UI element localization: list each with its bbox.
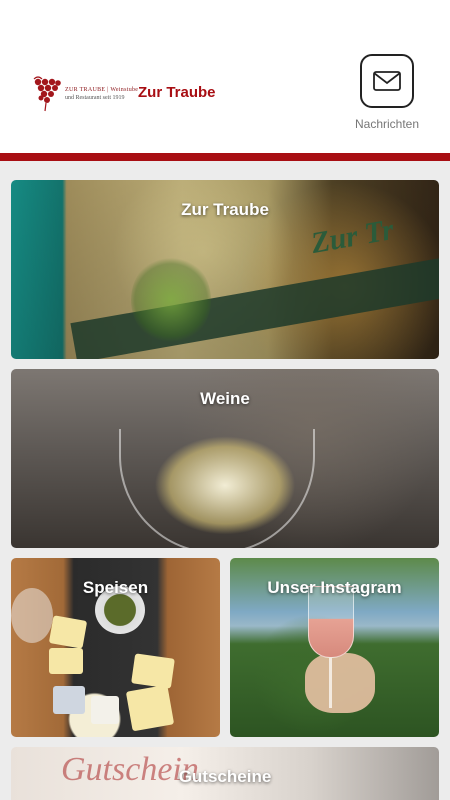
grape-icon (33, 76, 61, 112)
tile-unser-instagram[interactable]: Unser Instagram (230, 558, 439, 737)
logo: ZUR TRAUBE | Weinstube und Restaurant se… (30, 76, 138, 112)
logo-line-1: ZUR TRAUBE | Weinstube (65, 87, 139, 93)
tile-title: Zur Traube (181, 200, 269, 219)
tile-title: Gutscheine (178, 767, 272, 786)
cheese-image (49, 648, 83, 674)
messages-button[interactable] (360, 54, 414, 108)
cheese-image (131, 653, 175, 689)
cheese-image (125, 684, 175, 732)
brand-name: Zur Traube (138, 84, 216, 101)
app-header: ZUR TRAUBE | Weinstube und Restaurant se… (0, 0, 450, 153)
sign-lettering-image: Zur Tr (308, 213, 397, 260)
tile-title: Weine (200, 389, 250, 408)
hand-image (305, 653, 375, 713)
header-accent-bar (0, 153, 450, 161)
brie-image (91, 696, 119, 724)
tile-title: Speisen (82, 578, 149, 597)
tile-title: Unser Instagram (267, 578, 402, 597)
plant-image (131, 255, 211, 345)
logo-line-2: und Restaurant seit 1919 (65, 95, 125, 101)
envelope-icon (373, 71, 401, 91)
tile-weine[interactable]: Weine (11, 369, 439, 548)
cheese-image (48, 615, 88, 649)
tile-zur-traube[interactable]: Zur Tr Zur Traube (11, 180, 439, 359)
glass-stem-image (329, 658, 332, 708)
blue-cheese-image (53, 686, 85, 714)
tile-speisen[interactable]: Speisen (11, 558, 220, 737)
tile-gutscheine[interactable]: Gutschein Gutscheine (11, 747, 439, 800)
wine-glass-image (119, 429, 315, 548)
messages-label[interactable]: Nachrichten (340, 117, 434, 131)
restaurant-sign-image (70, 257, 439, 359)
